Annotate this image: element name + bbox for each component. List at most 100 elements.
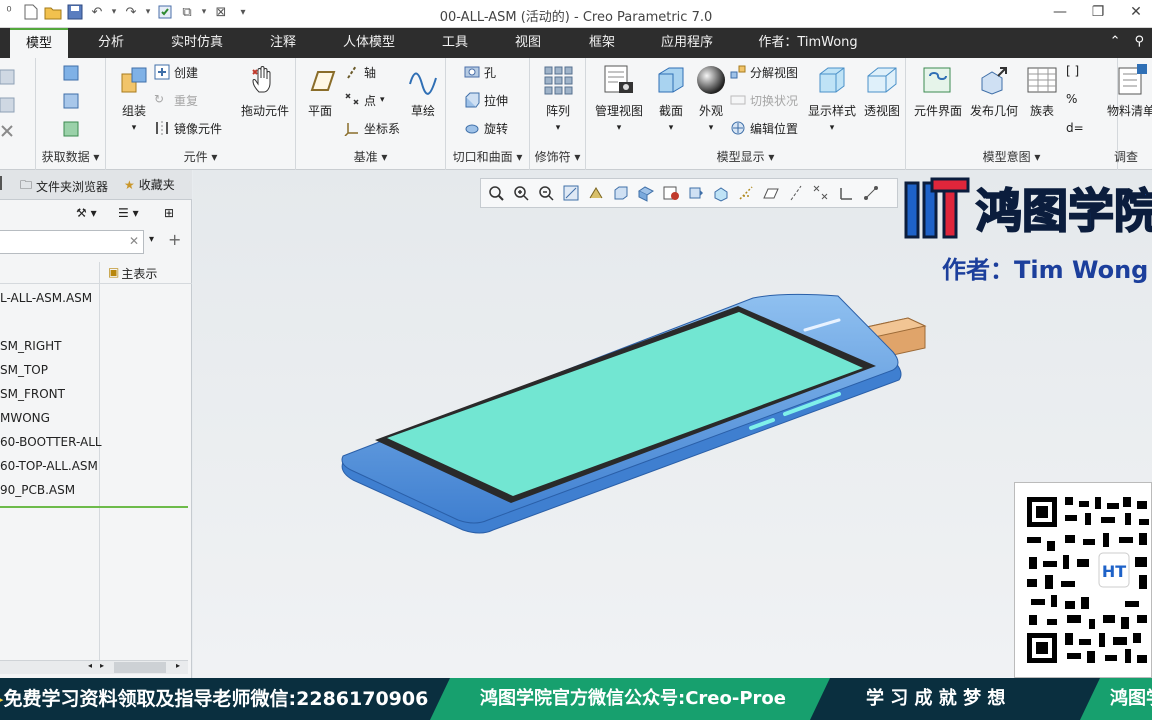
tab-folder-browser[interactable]: 🗀 文件夹浏览器 — [20, 176, 108, 197]
windows-icon[interactable]: ⧉ — [178, 3, 196, 21]
manage-views-button[interactable]: 管理视图 ▾ — [590, 64, 648, 133]
app-menu-icon[interactable]: ⁰ — [0, 3, 18, 21]
group-label-modifiers[interactable]: 修饰符 ▾ — [530, 148, 585, 165]
repeat-button[interactable]: ↻ 重复 — [154, 90, 198, 110]
redo-icon[interactable]: ↷ — [122, 3, 140, 21]
group-label-components[interactable]: 元件 ▾ — [106, 148, 295, 165]
help-search-icon[interactable]: ⚲ — [1134, 34, 1144, 49]
tab-manikin[interactable]: 人体模型 — [332, 28, 406, 58]
family-table-button[interactable]: 族表 — [1014, 64, 1070, 119]
tree-item-root[interactable]: L-ALL-ASM.ASM — [0, 286, 190, 310]
group-label-model-display[interactable]: 模型显示 ▾ — [586, 148, 905, 165]
customize-qat-icon[interactable]: ▾ — [234, 3, 252, 21]
parameters-button[interactable]: [ ] — [1066, 62, 1082, 82]
filter-icon[interactable]: ⊞ — [164, 206, 174, 220]
column-header-main-rep[interactable]: ▣ 主表示 — [108, 265, 157, 282]
bom-button[interactable]: 物料清单 — [1096, 64, 1152, 119]
tab-model[interactable]: 模型 — [10, 28, 68, 58]
new-file-icon[interactable] — [22, 3, 40, 21]
relations-button[interactable]: d= — [1066, 118, 1084, 138]
quick-access-toolbar: ⁰ ↶ ▾ ↷ ▾ ⧉ ▾ ⊠ ▾ — [0, 3, 252, 21]
horizontal-scrollbar[interactable]: ◂ ▸ ▸ — [0, 660, 188, 674]
scroll-left-icon[interactable]: ◂ — [88, 661, 92, 670]
exploded-view-button[interactable]: 分解视图 — [730, 62, 798, 82]
toggle-state-button[interactable]: 切换状况 — [730, 90, 798, 110]
settings-icon[interactable]: ⚒ ▾ — [76, 206, 97, 220]
tab-author[interactable]: 作者：TimWong — [752, 28, 864, 58]
close-icon[interactable]: ✕ — [1128, 4, 1144, 22]
open-icon[interactable] — [44, 3, 62, 21]
banner-wechat-contact: ▸免费学习资料领取及指导老师微信:2286170906 — [0, 678, 428, 720]
minimize-icon[interactable]: — — [1052, 4, 1068, 22]
tab-model-tree[interactable] — [0, 176, 6, 190]
display-style-button[interactable]: 显示样式 ▾ — [804, 64, 860, 133]
tab-view[interactable]: 视图 — [503, 28, 553, 58]
switch-dimensions-button[interactable]: % — [1066, 90, 1082, 110]
scroll-thumb[interactable] — [114, 662, 166, 673]
perspective-button[interactable]: 透视图 — [856, 64, 908, 119]
edit-position-button[interactable]: 编辑位置 — [730, 118, 798, 138]
group-label-cut-surface[interactable]: 切口和曲面 ▾ — [446, 148, 529, 165]
navigator-panel: 🗀 文件夹浏览器 ★ 收藏夹 ⚒ ▾ ☰ ▾ ⊞ ✕ ▾ + ▣ 主表示 L-ALL-… — [0, 170, 192, 678]
sketch-button[interactable]: 草绘 — [398, 64, 448, 119]
mirror-component-button[interactable]: 镜像元件 — [154, 118, 222, 138]
group-label-datum[interactable]: 基准 ▾ — [296, 148, 445, 165]
collapse-ribbon-icon[interactable]: ⌃ — [1110, 34, 1121, 49]
group-label-model-intent[interactable]: 模型意图 ▾ — [906, 148, 1117, 165]
windows-dropdown-icon[interactable]: ▾ — [200, 3, 208, 21]
csys-button[interactable]: 坐标系 — [344, 118, 400, 138]
window-controls: — ❐ ✕ — [1052, 4, 1144, 22]
hole-button[interactable]: 孔 — [464, 62, 496, 82]
tree-item-asm-right[interactable]: SM_RIGHT — [0, 334, 190, 358]
extrude-button[interactable]: 拉伸 — [464, 90, 508, 110]
tab-favorites[interactable]: ★ 收藏夹 — [124, 176, 175, 193]
search-dropdown-icon[interactable]: ▾ — [149, 234, 154, 245]
clear-search-icon[interactable]: ✕ — [129, 234, 139, 248]
tree-item-asm-top[interactable]: SM_TOP — [0, 358, 190, 382]
ribbon-group-modifiers: 阵列 ▾ 修饰符 ▾ — [530, 58, 586, 170]
tree-item-bootter-all[interactable]: 60-BOOTTER-ALL — [0, 430, 190, 454]
redo-dropdown-icon[interactable]: ▾ — [144, 3, 152, 21]
pattern-button[interactable]: 阵列 ▾ — [530, 64, 586, 133]
regenerate-icon[interactable] — [156, 3, 174, 21]
axis-button[interactable]: 轴 — [344, 62, 376, 82]
model-viewport[interactable] — [193, 170, 1152, 678]
tree-item-asm-front[interactable]: SM_FRONT — [0, 382, 190, 406]
group-label-investigate[interactable]: 调查 — [1114, 148, 1152, 165]
tab-framework[interactable]: 框架 — [577, 28, 627, 58]
tab-live-simulation[interactable]: 实时仿真 — [160, 28, 234, 58]
component-interface-button[interactable]: 元件界面 — [910, 64, 966, 119]
tree-item-timwong[interactable]: MWONG — [0, 406, 190, 430]
tab-applications[interactable]: 应用程序 — [650, 28, 724, 58]
graphics-window[interactable] — [193, 170, 1152, 678]
ribbon-group-model-display: 管理视图 ▾ 截面 ▾ 外观 ▾ 分解视图 切换状况 编辑位置 显示样式 ▾ 透… — [586, 58, 906, 170]
add-icon[interactable]: + — [168, 230, 181, 249]
undo-dropdown-icon[interactable]: ▾ — [110, 3, 118, 21]
undo-icon[interactable]: ↶ — [88, 3, 106, 21]
close-window-icon[interactable]: ⊠ — [212, 3, 230, 21]
bom-icon — [1118, 64, 1147, 95]
clipboard-icons[interactable] — [0, 66, 30, 146]
get-data-icons[interactable] — [62, 64, 82, 140]
ribbon-group-datum: 平面 轴 点 ▾ 坐标系 草绘 基准 ▾ — [296, 58, 446, 170]
tab-tools[interactable]: 工具 — [430, 28, 480, 58]
tree-item-top-all[interactable]: 60-TOP-ALL.ASM — [0, 454, 190, 478]
search-input[interactable] — [0, 230, 144, 254]
appearance-button[interactable]: 外观 ▾ — [686, 64, 736, 133]
group-label-get-data[interactable]: 获取数据 ▾ — [36, 148, 105, 165]
show-icon[interactable]: ☰ ▾ — [118, 206, 139, 220]
brackets-icon: [ ] — [1066, 64, 1080, 78]
tree-item-blank — [0, 310, 190, 334]
scroll-end-icon[interactable]: ▸ — [176, 661, 180, 670]
maximize-icon[interactable]: ❐ — [1090, 4, 1106, 22]
scroll-right-icon[interactable]: ▸ — [100, 661, 104, 670]
save-icon[interactable] — [66, 3, 84, 21]
point-button[interactable]: 点 ▾ — [344, 90, 385, 110]
tab-annotate[interactable]: 注释 — [258, 28, 308, 58]
revolve-button[interactable]: 旋转 — [464, 118, 508, 138]
tab-analysis[interactable]: 分析 — [86, 28, 136, 58]
drag-component-button[interactable]: 拖动元件 — [236, 64, 294, 119]
create-button[interactable]: 创建 — [154, 62, 198, 82]
tree-item-pcb[interactable]: 90_PCB.ASM — [0, 478, 190, 502]
plane-button[interactable]: 平面 — [292, 64, 348, 119]
